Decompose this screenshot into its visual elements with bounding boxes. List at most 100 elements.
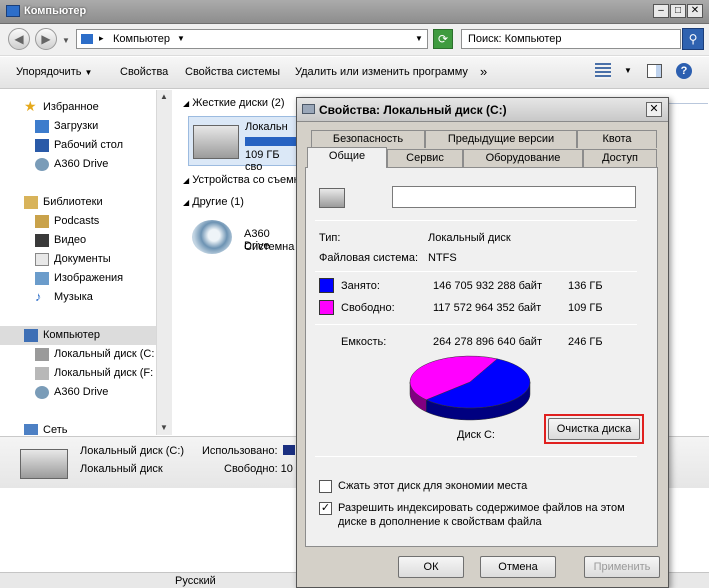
nav-images[interactable]: Изображения bbox=[0, 269, 160, 288]
help-icon[interactable]: ? bbox=[676, 63, 692, 79]
nav-network[interactable]: Сеть bbox=[0, 421, 160, 435]
tab-security[interactable]: Безопасность bbox=[311, 130, 425, 148]
apply-button[interactable]: Применить bbox=[584, 556, 660, 578]
hard-drive-icon bbox=[319, 188, 345, 208]
tab-quota[interactable]: Квота bbox=[577, 130, 657, 148]
usage-bar bbox=[245, 137, 299, 146]
address-crumb-dropdown-icon[interactable]: ▼ bbox=[177, 34, 185, 43]
nav-label: Изображения bbox=[54, 272, 124, 284]
ok-button[interactable]: ОК bbox=[398, 556, 464, 578]
free-bytes: 117 572 964 352 байт bbox=[433, 302, 542, 314]
nav-a360-favorite[interactable]: A360 Drive bbox=[0, 155, 160, 174]
capacity-label: Емкость: bbox=[341, 336, 387, 348]
minimize-button[interactable]: – bbox=[653, 4, 669, 18]
forward-button[interactable]: ▶ bbox=[35, 28, 57, 50]
removable-drive-icon bbox=[35, 367, 49, 380]
organize-label: Упорядочить bbox=[16, 66, 82, 78]
hdd-group-header[interactable]: ◢ Жесткие диски (2) bbox=[183, 97, 285, 109]
hard-drive-icon bbox=[35, 348, 49, 361]
nav-favorites[interactable]: ★ Избранное bbox=[0, 98, 160, 117]
organize-button[interactable]: Упорядочить ▼ bbox=[16, 66, 92, 78]
filesystem-value: NTFS bbox=[428, 252, 457, 264]
nav-video[interactable]: Видео bbox=[0, 231, 160, 250]
details-usage-bar bbox=[283, 445, 295, 455]
uninstall-button[interactable]: Удалить или изменить программу bbox=[295, 66, 468, 78]
details-used-label: Использовано: bbox=[202, 445, 278, 457]
tab-service[interactable]: Сервис bbox=[387, 149, 463, 167]
properties-button[interactable]: Свойства bbox=[120, 66, 168, 78]
hard-drive-icon bbox=[20, 449, 68, 479]
type-value: Локальный диск bbox=[428, 232, 511, 244]
tab-general[interactable]: Общие bbox=[307, 147, 387, 168]
maximize-button[interactable]: □ bbox=[670, 4, 686, 18]
view-dropdown-icon[interactable]: ▼ bbox=[624, 66, 632, 75]
a360-drive-icon bbox=[35, 158, 49, 171]
downloads-icon bbox=[35, 120, 49, 133]
nav-libraries[interactable]: Библиотеки bbox=[0, 193, 160, 212]
chevron-down-icon: ▼ bbox=[84, 68, 93, 77]
nav-computer[interactable]: Компьютер bbox=[0, 326, 156, 345]
close-button[interactable]: ✕ bbox=[687, 4, 703, 18]
nav-label: Библиотеки bbox=[43, 196, 103, 208]
index-label: Разрешить индексировать содержимое файло… bbox=[338, 502, 625, 514]
nav-label: Локальный диск (F: bbox=[54, 367, 154, 379]
address-bar-row: ◀ ▶ ▼ ▸ Компьютер ▼ ▼ ⟳ Поиск: Компьютер… bbox=[0, 24, 709, 56]
used-label: Занято: bbox=[341, 280, 380, 292]
nav-podcasts[interactable]: Podcasts bbox=[0, 212, 160, 231]
type-label: Тип: bbox=[319, 232, 341, 244]
history-dropdown-icon[interactable]: ▼ bbox=[62, 36, 70, 45]
nav-label: Компьютер bbox=[43, 329, 100, 341]
volume-name-input[interactable] bbox=[392, 186, 636, 208]
documents-icon bbox=[35, 253, 49, 266]
refresh-button[interactable]: ⟳ bbox=[433, 29, 453, 49]
nav-a360-drive[interactable]: A360 Drive bbox=[0, 383, 160, 402]
index-checkbox[interactable]: ✓ bbox=[319, 502, 332, 515]
computer-icon bbox=[6, 5, 20, 17]
hdd-item-c[interactable]: Локальн 109 ГБ сво bbox=[188, 116, 299, 173]
system-properties-button[interactable]: Свойства системы bbox=[185, 66, 280, 78]
nav-music[interactable]: ♪ Музыка bbox=[0, 288, 160, 307]
address-dropdown-icon[interactable]: ▼ bbox=[415, 34, 423, 43]
chevron-right-icon[interactable]: ▸ bbox=[99, 33, 104, 44]
compress-checkbox[interactable] bbox=[319, 480, 332, 493]
nav-label: Рабочий стол bbox=[54, 139, 124, 151]
navigation-pane: ★ Избранное Загрузки Рабочий стол A360 D… bbox=[0, 90, 172, 435]
view-options-icon[interactable] bbox=[595, 63, 611, 79]
divider bbox=[315, 220, 637, 221]
dialog-title: Свойства: Локальный диск (C:) bbox=[319, 103, 507, 117]
free-color-swatch bbox=[319, 300, 334, 315]
search-input[interactable]: Поиск: Компьютер bbox=[461, 29, 681, 49]
nav-downloads[interactable]: Загрузки bbox=[0, 117, 160, 136]
tab-previous-versions[interactable]: Предыдущие версии bbox=[425, 130, 577, 148]
capacity-bytes: 264 278 896 640 байт bbox=[433, 336, 542, 348]
other-group-header[interactable]: ◢ Другие (1) bbox=[183, 196, 244, 208]
used-gb: 136 ГБ bbox=[568, 280, 603, 292]
removable-group-header[interactable]: ◢ Устройства со съемн bbox=[183, 174, 300, 186]
search-icon[interactable]: ⚲ bbox=[682, 28, 704, 50]
nav-local-disk-f[interactable]: Локальный диск (F: bbox=[0, 364, 160, 383]
pie-top bbox=[409, 355, 531, 409]
scroll-up-icon[interactable]: ▲ bbox=[160, 92, 168, 101]
a360-item[interactable]: A360 Drive Системна bbox=[188, 218, 298, 258]
nav-label: Видео bbox=[54, 234, 87, 246]
tab-sharing[interactable]: Доступ bbox=[583, 149, 657, 167]
used-bytes: 146 705 932 288 байт bbox=[433, 280, 542, 292]
compress-label: Сжать этот диск для экономии места bbox=[338, 480, 528, 492]
status-language: Русский bbox=[175, 575, 216, 587]
nav-desktop[interactable]: Рабочий стол bbox=[0, 136, 160, 155]
address-field[interactable]: ▸ Компьютер ▼ ▼ bbox=[76, 29, 428, 49]
preview-pane-icon[interactable] bbox=[647, 64, 662, 78]
nav-local-disk-c[interactable]: Локальный диск (C: bbox=[0, 345, 160, 364]
drive-icon bbox=[302, 104, 315, 114]
music-icon: ♪ bbox=[35, 289, 42, 304]
nav-documents[interactable]: Документы bbox=[0, 250, 160, 269]
nav-scrollbar[interactable]: ▲ ▼ bbox=[156, 90, 172, 435]
back-button[interactable]: ◀ bbox=[8, 28, 30, 50]
scroll-down-icon[interactable]: ▼ bbox=[160, 423, 168, 432]
disk-cleanup-button[interactable]: Очистка диска bbox=[548, 418, 640, 440]
dialog-close-button[interactable]: ✕ bbox=[646, 102, 662, 117]
hard-drive-icon bbox=[193, 125, 239, 159]
cancel-button[interactable]: Отмена bbox=[480, 556, 556, 578]
tab-hardware[interactable]: Оборудование bbox=[463, 149, 583, 167]
more-commands-button[interactable]: » bbox=[480, 64, 487, 79]
